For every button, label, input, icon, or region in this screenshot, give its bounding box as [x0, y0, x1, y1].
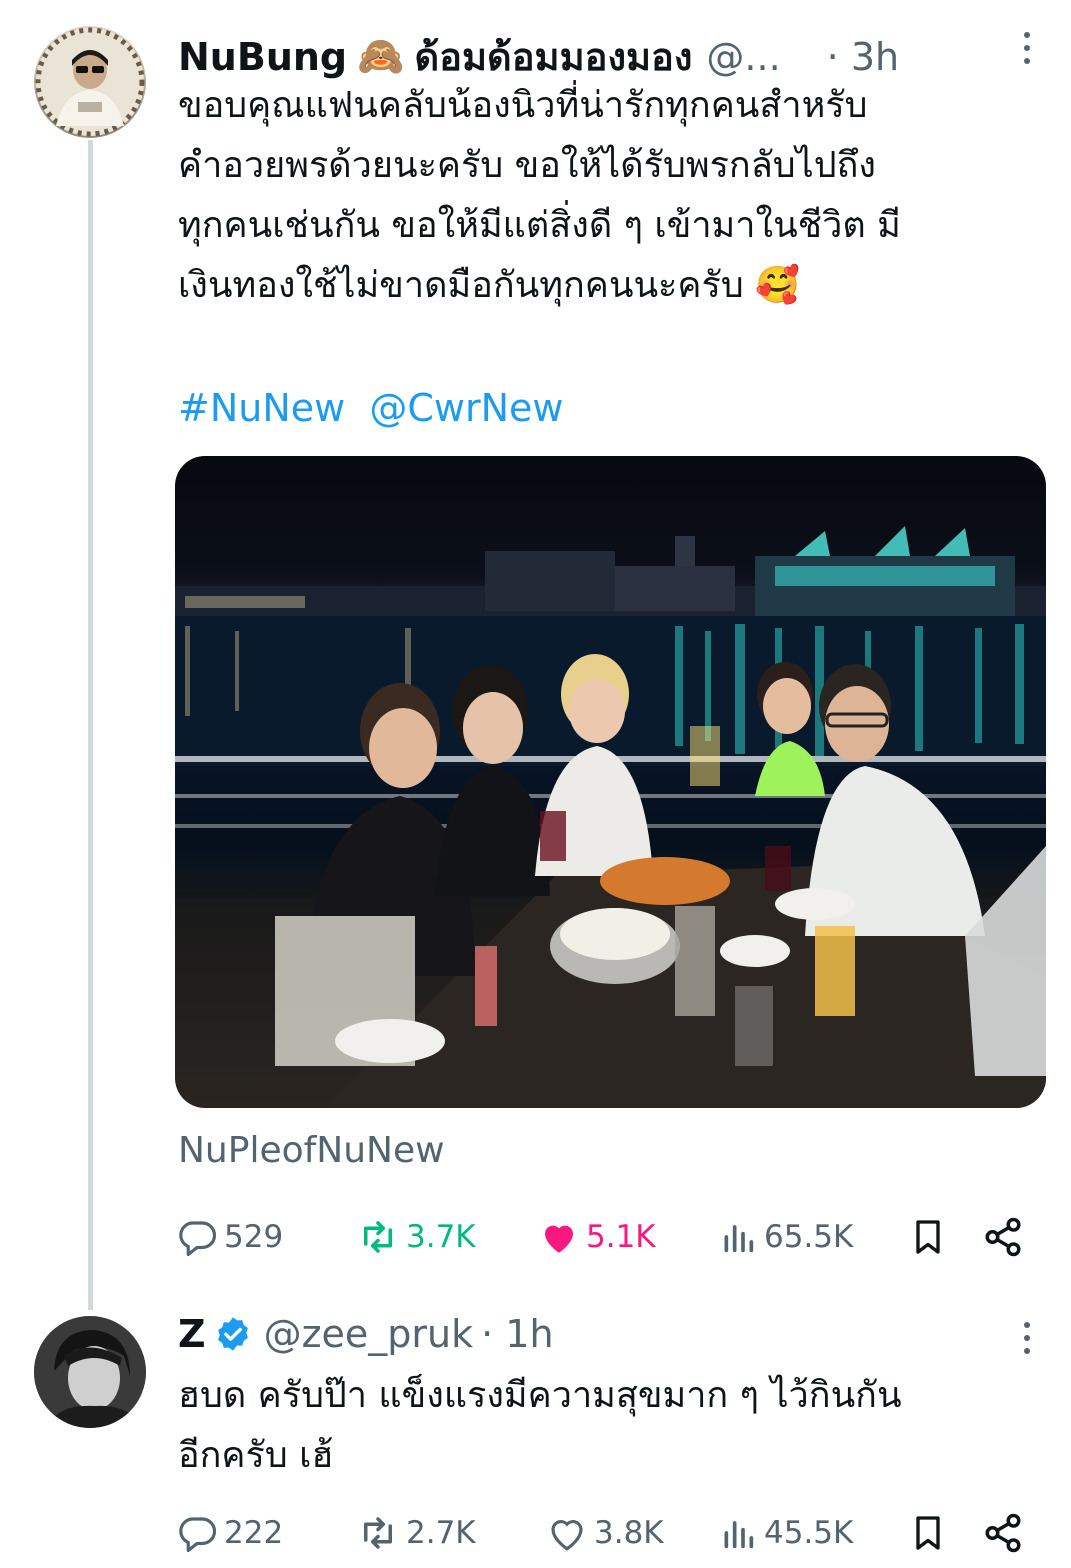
- like-icon: [545, 1225, 573, 1253]
- views-button[interactable]: 65.5K: [718, 1216, 908, 1258]
- reply-button[interactable]: 222: [176, 1512, 356, 1554]
- avatar-image: [35, 27, 145, 137]
- handle[interactable]: @...: [706, 35, 780, 79]
- tweet-text-line: ขอบคุณแฟนคลับน้องนิวที่น่ารักทุกคนสำหรับ: [178, 85, 868, 126]
- tweet-actions: 222 2.7K 3.8K 45.5K: [176, 1512, 1036, 1554]
- timestamp[interactable]: · 3h: [827, 35, 899, 79]
- retweet-icon: [364, 1517, 392, 1549]
- avatar-image: [34, 1316, 146, 1428]
- timestamp[interactable]: · 1h: [481, 1312, 553, 1356]
- display-name[interactable]: NuBung: [178, 35, 347, 79]
- avatar[interactable]: [34, 1316, 146, 1428]
- tweet-text-line: อีกครับ เฮ้: [178, 1435, 334, 1476]
- like-count: 3.8K: [594, 1515, 664, 1551]
- more-icon[interactable]: [1023, 32, 1031, 64]
- mention-link[interactable]: @CwrNew: [369, 386, 563, 430]
- reply-button[interactable]: 529: [176, 1216, 356, 1258]
- name-emoji: 🙈: [357, 34, 405, 78]
- views-icon: [724, 1521, 754, 1549]
- retweet-button[interactable]: 3.7K: [356, 1216, 538, 1258]
- tweet-text: ฮบด ครับป๊า แข็งแรงมีความสุขมาก ๆ ไว้กิน…: [178, 1366, 902, 1486]
- like-button[interactable]: 3.8K: [546, 1512, 718, 1554]
- retweet-count: 2.7K: [406, 1515, 476, 1551]
- share-button[interactable]: [982, 1216, 1024, 1258]
- share-button[interactable]: [982, 1512, 1024, 1554]
- bookmark-icon: [916, 1220, 940, 1254]
- tweet-actions: 529 3.7K 5.1K 65.5K: [176, 1216, 1036, 1258]
- like-count: 5.1K: [586, 1219, 656, 1255]
- photo-caption[interactable]: NuPleofNuNew: [178, 1130, 445, 1171]
- photo-illustration: [175, 526, 1046, 1108]
- views-button[interactable]: 45.5K: [718, 1512, 908, 1554]
- more-icon[interactable]: [1023, 1322, 1031, 1354]
- tweet-links: #NuNew @CwrNew: [178, 386, 563, 430]
- thread-line: [88, 140, 93, 1310]
- handle[interactable]: @zee_pruk: [264, 1312, 474, 1356]
- retweet-icon: [364, 1221, 392, 1253]
- avatar[interactable]: [34, 26, 146, 138]
- tweet-photo[interactable]: [175, 456, 1046, 1108]
- retweet-button[interactable]: 2.7K: [356, 1512, 546, 1554]
- view-count: 65.5K: [764, 1219, 854, 1255]
- share-icon: [985, 1513, 1021, 1553]
- bookmark-icon: [916, 1516, 940, 1550]
- reply-count: 529: [224, 1219, 284, 1255]
- tweet-text-line: เงินทองใช้ไม่ขาดมือกันทุกคนนะครับ 🥰: [178, 265, 800, 306]
- retweet-count: 3.7K: [406, 1219, 476, 1255]
- reply-icon: [179, 1517, 217, 1553]
- like-icon: [551, 1520, 583, 1551]
- tweet-text-line: ทุกคนเช่นกัน ขอให้มีแต่สิ่งดี ๆ เข้ามาใน…: [178, 205, 901, 246]
- like-button[interactable]: 5.1K: [538, 1216, 718, 1258]
- reply-icon: [179, 1221, 217, 1257]
- display-name[interactable]: Z: [178, 1312, 206, 1356]
- verified-icon: [217, 1317, 248, 1351]
- tweet-text: ขอบคุณแฟนคลับน้องนิวที่น่ารักทุกคนสำหรับ…: [178, 76, 901, 316]
- tweet-text-line: ฮบด ครับป๊า แข็งแรงมีความสุขมาก ๆ ไว้กิน…: [178, 1375, 902, 1416]
- view-count: 45.5K: [764, 1515, 854, 1551]
- tweet-text-line: คำอวยพรด้วยนะครับ ขอให้ได้รับพรกลับไปถึง: [178, 145, 876, 186]
- share-icon: [985, 1217, 1021, 1257]
- hashtag-link[interactable]: #NuNew: [178, 386, 345, 430]
- bookmark-button[interactable]: [908, 1512, 982, 1554]
- tweet-header: Z @zee_pruk · 1h: [178, 1312, 554, 1356]
- reply-count: 222: [224, 1515, 284, 1551]
- views-icon: [724, 1225, 754, 1253]
- bookmark-button[interactable]: [908, 1216, 982, 1258]
